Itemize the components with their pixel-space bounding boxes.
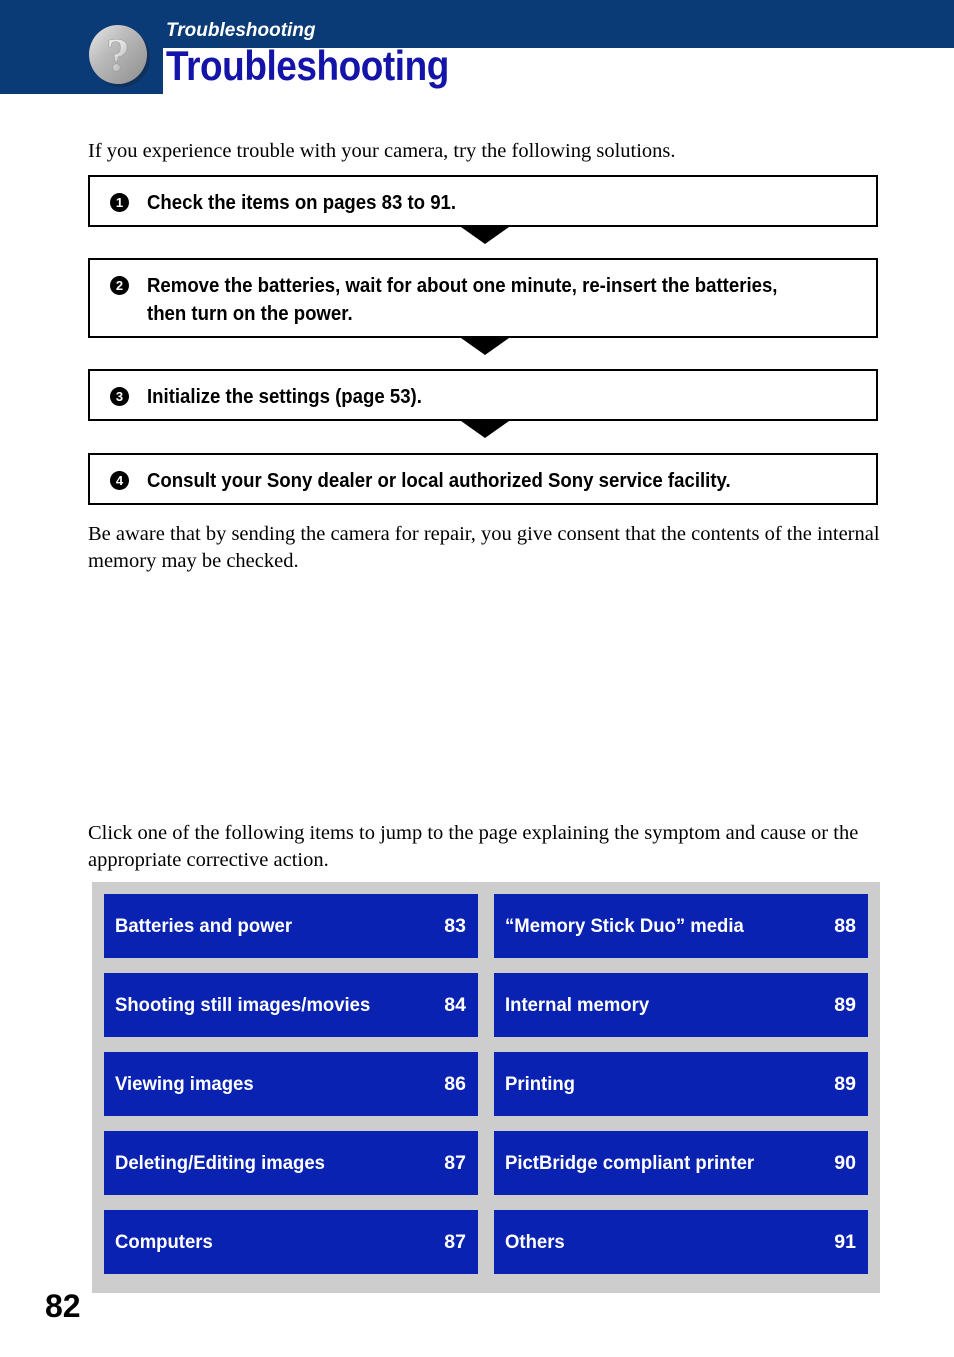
page-number: 82 — [45, 1288, 81, 1324]
header-white-underline — [0, 94, 954, 98]
link-label: Viewing images — [115, 1072, 254, 1095]
link-button-printing[interactable]: Printing 89 — [494, 1052, 868, 1116]
link-page-number: 88 — [834, 914, 856, 937]
step-number-4: 4 — [110, 471, 129, 490]
step-number-2: 2 — [110, 276, 129, 295]
step-box-1: 1 Check the items on pages 83 to 91. — [88, 175, 878, 227]
link-page-number: 86 — [444, 1072, 466, 1095]
link-page-number: 91 — [834, 1230, 856, 1253]
link-button-pictbridge-compliant-printer[interactable]: PictBridge compliant printer 90 — [494, 1131, 868, 1195]
step-text-1: Check the items on pages 83 to 91. — [147, 192, 457, 214]
link-page-number: 87 — [444, 1151, 466, 1174]
question-mark-circle-icon: ? — [89, 25, 150, 87]
repair-consent-note: Be aware that by sending the camera for … — [88, 523, 880, 572]
link-button-viewing-images[interactable]: Viewing images 86 — [104, 1052, 478, 1116]
flow-arrow-down-3 — [461, 421, 509, 438]
flow-arrow-down-2 — [461, 338, 509, 355]
link-button-others[interactable]: Others 91 — [494, 1210, 868, 1274]
page-title: Troubleshooting — [166, 42, 449, 89]
step-box-3: 3 Initialize the settings (page 53). — [88, 369, 878, 421]
link-label: Shooting still images/movies — [115, 993, 371, 1016]
link-button-internal-memory[interactable]: Internal memory 89 — [494, 973, 868, 1037]
step-number-1: 1 — [110, 193, 129, 212]
link-label: Batteries and power — [115, 914, 293, 937]
link-page-number: 87 — [444, 1230, 466, 1253]
link-button-shooting-still-images-movies[interactable]: Shooting still images/movies 84 — [104, 973, 478, 1037]
link-button-batteries-and-power[interactable]: Batteries and power 83 — [104, 894, 478, 958]
link-page-number: 89 — [834, 993, 856, 1016]
svg-text:?: ? — [106, 29, 130, 82]
link-button-deleting-editing-images[interactable]: Deleting/Editing images 87 — [104, 1131, 478, 1195]
header-kicker: Troubleshooting — [166, 20, 316, 41]
link-label: “Memory Stick Duo” media — [505, 914, 744, 937]
link-label: Others — [505, 1230, 565, 1253]
intro-paragraph: If you experience trouble with your came… — [88, 140, 676, 162]
step-text-4: Consult your Sony dealer or local author… — [147, 470, 731, 492]
link-label: Internal memory — [505, 993, 650, 1016]
link-page-number: 89 — [834, 1072, 856, 1095]
link-label: Computers — [115, 1230, 213, 1253]
link-button-computers[interactable]: Computers 87 — [104, 1210, 478, 1274]
link-page-number: 83 — [444, 914, 466, 937]
symptom-link-grid: Batteries and power 83 “Memory Stick Duo… — [104, 894, 868, 1274]
step-text-3: Initialize the settings (page 53). — [147, 386, 422, 408]
page-header: ? Troubleshooting Troubleshooting — [0, 0, 954, 98]
step-box-4: 4 Consult your Sony dealer or local auth… — [88, 453, 878, 505]
link-page-number: 84 — [444, 993, 466, 1016]
flow-arrow-down-1 — [461, 227, 509, 244]
step-number-3: 3 — [110, 387, 129, 406]
link-page-number: 90 — [834, 1151, 856, 1174]
link-label: Deleting/Editing images — [115, 1151, 325, 1174]
link-button-memory-stick-duo-media[interactable]: “Memory Stick Duo” media 88 — [494, 894, 868, 958]
click-instruction-note: Click one of the following items to jump… — [88, 822, 859, 871]
link-label: PictBridge compliant printer — [505, 1151, 755, 1174]
link-label: Printing — [505, 1072, 575, 1095]
symptom-link-panel: Batteries and power 83 “Memory Stick Duo… — [92, 882, 880, 1293]
step-text-2: Remove the batteries, wait for about one… — [147, 275, 778, 325]
step-box-2: 2 Remove the batteries, wait for about o… — [88, 258, 878, 338]
